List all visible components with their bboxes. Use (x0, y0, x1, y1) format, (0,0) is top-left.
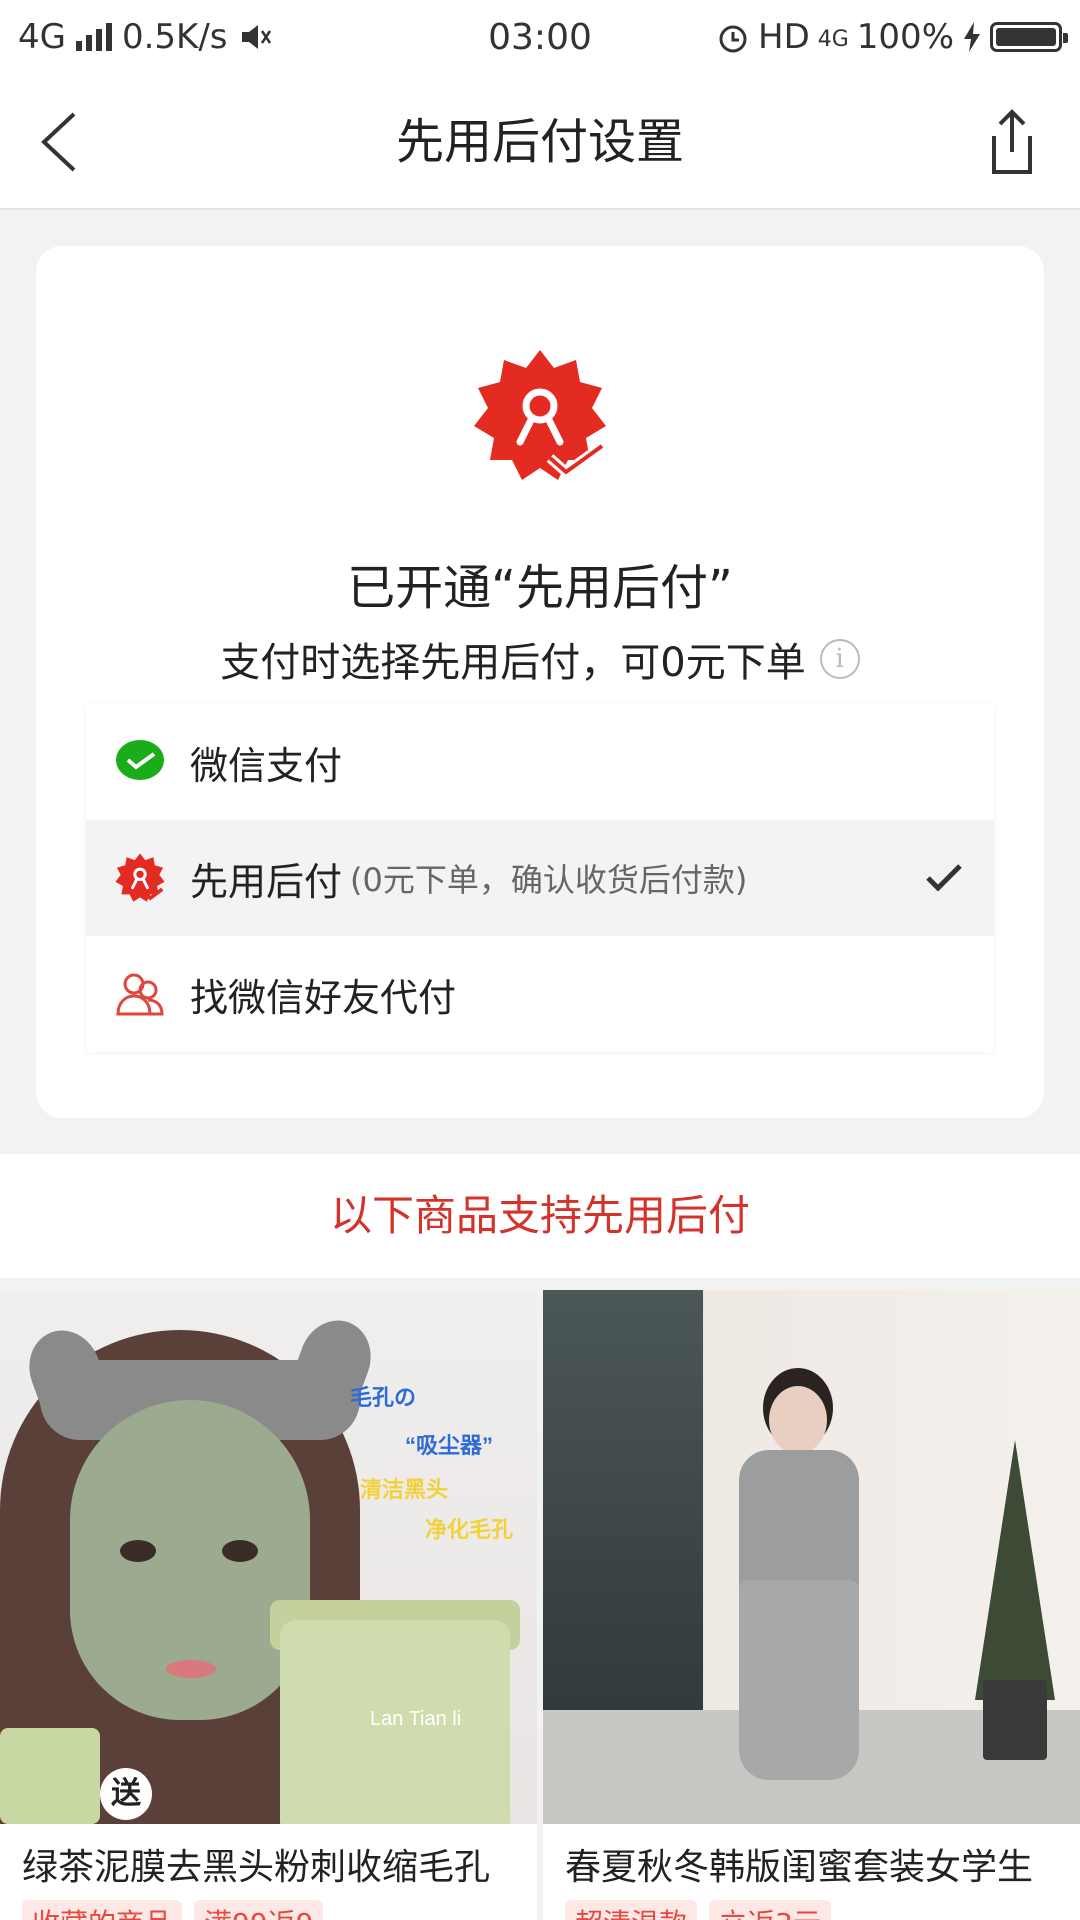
battery-percent: 100% (856, 17, 954, 57)
checkmark-icon (926, 864, 962, 892)
option-wechat-pay[interactable]: 微信支付 (86, 704, 994, 820)
hd-label: HD (758, 17, 810, 57)
product-image[interactable]: Lan Tian li 送 毛孔の “吸尘器” 清洁黑头 净化毛孔 (0, 1290, 537, 1824)
wechat-pay-icon (116, 740, 164, 780)
mute-icon (241, 25, 271, 49)
supported-products-header: 以下商品支持先用后付 (0, 1154, 1080, 1278)
option-friend-pay[interactable]: 找微信好友代付 (86, 936, 994, 1052)
network-speed: 0.5K/s (121, 17, 228, 57)
network-type: 4G (18, 17, 66, 57)
option-pay-later[interactable]: 先用后付 (0元下单，确认收货后付款) (86, 820, 994, 936)
charging-icon (964, 22, 980, 52)
product-grid: Lan Tian li 送 毛孔の “吸尘器” 清洁黑头 净化毛孔 绿茶泥膜去黑… (0, 1290, 1080, 1920)
nav-bar: 先用后付设置 (0, 74, 1080, 210)
payment-options: 微信支付 先用后付 (0元下单，确认收货后付款) 找微信好友代付 (86, 704, 994, 1052)
product-tag: 收藏的商品 (22, 1900, 183, 1920)
back-arrow-icon[interactable] (30, 102, 110, 182)
image-sticker: 毛孔の (350, 1385, 417, 1410)
product-name[interactable]: 绿茶泥膜去黑头粉刺收缩毛孔 (22, 1838, 490, 1890)
pay-later-badge-icon (115, 853, 165, 902)
option-label: 先用后付 (190, 859, 343, 904)
option-note: (0元下单，确认收货后付款) (350, 861, 748, 899)
product-tag: 立返3元 (709, 1900, 831, 1920)
friend-pay-icon (116, 973, 164, 1016)
product-tags: 超清温款 立返3元 (565, 1900, 831, 1920)
product-card[interactable]: Lan Tian li 送 毛孔の “吸尘器” 清洁黑头 净化毛孔 绿茶泥膜去黑… (0, 1290, 537, 1920)
product-tag: 超清温款 (565, 1900, 698, 1920)
option-label: 微信支付 (190, 743, 343, 788)
product-tag: 满99返9 (194, 1900, 324, 1920)
network-type-right: 4G (817, 27, 849, 52)
product-image[interactable] (543, 1290, 1080, 1824)
pay-later-badge-icon (474, 350, 606, 480)
product-name[interactable]: 春夏秋冬韩版闺蜜套装女学生 (565, 1838, 1033, 1890)
image-sticker: 净化毛孔 (425, 1517, 514, 1542)
opened-subtitle: 支付时选择先用后付，可0元下单 i (36, 630, 1044, 688)
subtitle-text: 支付时选择先用后付，可0元下单 (220, 640, 806, 686)
image-sticker: 清洁黑头 (360, 1477, 449, 1502)
brand-text: Lan Tian li (370, 1708, 462, 1730)
page-title: 先用后付设置 (395, 114, 684, 170)
image-sticker: “吸尘器” (405, 1433, 494, 1458)
pay-later-card: 已开通“先用后付” 支付时选择先用后付，可0元下单 i 微信支付 先用后付 (0… (36, 246, 1044, 1118)
product-card[interactable]: 春夏秋冬韩版闺蜜套装女学生 超清温款 立返3元 (543, 1290, 1080, 1920)
battery-icon (990, 22, 1068, 52)
share-icon[interactable] (972, 102, 1052, 182)
product-tags: 收藏的商品 满99返9 (22, 1900, 324, 1920)
option-label: 找微信好友代付 (190, 975, 457, 1020)
alarm-icon (719, 25, 747, 53)
status-bar: 4G 0.5K/s 03:00 HD 4G 100% (0, 0, 1080, 74)
info-icon[interactable]: i (819, 639, 860, 679)
opened-title: 已开通“先用后付” (347, 560, 733, 616)
signal-icon (75, 23, 112, 51)
gift-label: 送 (100, 1768, 152, 1820)
